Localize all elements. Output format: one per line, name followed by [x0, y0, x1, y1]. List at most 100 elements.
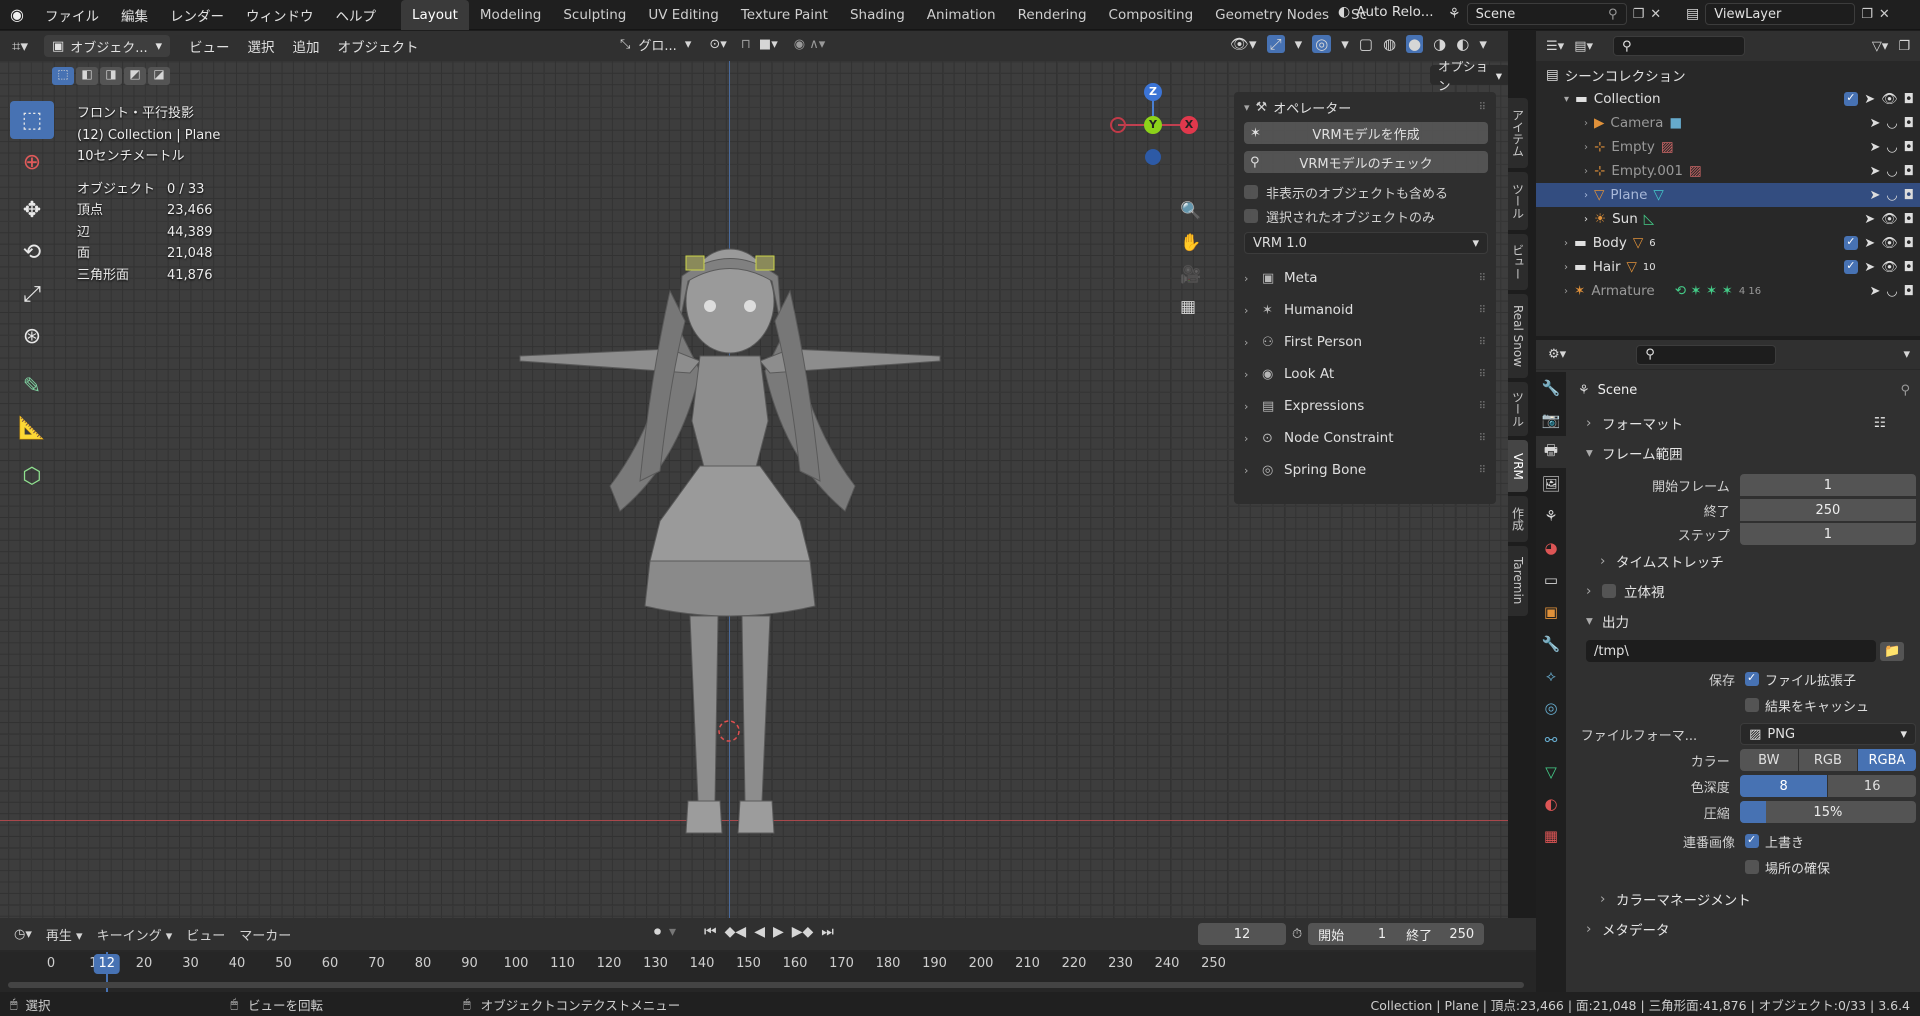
outliner-row-camera[interactable]: › ▶ Camera ■ ➤ ◡ ◘: [1536, 111, 1920, 135]
transform-orientation-icon[interactable]: ⤡: [620, 37, 630, 52]
tab-tool[interactable]: ツール: [1508, 172, 1528, 230]
select-icon[interactable]: ➤: [1869, 116, 1880, 131]
menu-render[interactable]: レンダー: [159, 0, 235, 30]
particles-icon[interactable]: ⟡: [1536, 660, 1566, 692]
frame-step-field[interactable]: 1: [1739, 523, 1916, 545]
color-rgb-option[interactable]: RGB: [1798, 749, 1858, 771]
gizmo-y-axis[interactable]: Y: [1144, 116, 1162, 134]
properties-editor-icon[interactable]: ⚙▾: [1548, 347, 1566, 362]
subpanel-humanoid[interactable]: › ✶ Humanoid ⠿: [1234, 294, 1496, 326]
include-hidden-checkbox[interactable]: [1244, 185, 1258, 199]
pivot-icon[interactable]: ⊙▾: [709, 37, 726, 52]
modifier-icon[interactable]: 🔧: [1536, 628, 1566, 660]
world-icon[interactable]: ◕: [1536, 532, 1566, 564]
outliner-row-armature[interactable]: › ✶ Armature ⟲ ✶ ✶ ✶ 4 16 ➤ ◡ ◘: [1536, 279, 1920, 303]
color-bw-option[interactable]: BW: [1739, 749, 1799, 771]
gizmo-x-axis[interactable]: X: [1180, 116, 1198, 134]
delete-scene-icon[interactable]: ✕: [1650, 7, 1661, 22]
data-props-icon[interactable]: ▽: [1536, 756, 1566, 788]
depth-16-option[interactable]: 16: [1828, 775, 1917, 797]
overlay-toggle-icon[interactable]: ◎: [1312, 35, 1332, 53]
selected-only-checkbox[interactable]: [1244, 209, 1258, 223]
check-vrm-button[interactable]: ⚲ VRMモデルのチェック: [1244, 151, 1488, 173]
tab-modeling[interactable]: Modeling: [469, 0, 552, 30]
pin-icon[interactable]: ⚲: [1608, 7, 1618, 22]
auto-reload-icon[interactable]: ◐: [1338, 4, 1350, 20]
tab-texture-paint[interactable]: Texture Paint: [730, 0, 839, 30]
overwrite-checkbox[interactable]: [1745, 833, 1759, 848]
cursor-tool-icon[interactable]: ⊕: [10, 143, 54, 181]
tab-view[interactable]: ビュー: [1508, 234, 1528, 290]
drag-handle-icon[interactable]: ⠿: [1479, 401, 1486, 412]
timeline-editor-icon[interactable]: ◷▾: [14, 927, 32, 942]
camera-icon[interactable]: ◘: [1904, 260, 1914, 275]
cache-result-checkbox[interactable]: [1745, 698, 1759, 712]
add-cube-tool-icon[interactable]: ⬡: [10, 457, 54, 495]
select-icon[interactable]: ➤: [1869, 284, 1880, 299]
zoom-icon[interactable]: 🔍: [1180, 201, 1201, 221]
tab-shading[interactable]: Shading: [839, 0, 916, 30]
gizmo-neg-z-axis[interactable]: [1145, 149, 1161, 165]
panel-output[interactable]: ▾ 出力: [1570, 606, 1916, 636]
select-icon[interactable]: ➤: [1864, 236, 1875, 251]
drag-handle-icon[interactable]: ⠿: [1479, 305, 1486, 316]
camera-icon[interactable]: ◘: [1904, 140, 1914, 155]
collection-props-icon[interactable]: ▭: [1536, 564, 1566, 596]
menu-file[interactable]: ファイル: [34, 0, 110, 30]
subpanel-first-person[interactable]: › ⚇ First Person ⠿: [1234, 326, 1496, 358]
select-icon[interactable]: ➤: [1864, 212, 1875, 227]
shading-options-icon[interactable]: ▾: [1479, 35, 1487, 53]
outliner-row-body[interactable]: › ▬ Body ▽ 6 ➤ 👁 ◘: [1536, 231, 1920, 255]
frame-end-field[interactable]: 250: [1739, 499, 1916, 521]
drag-handle-icon[interactable]: ⠿: [1479, 273, 1486, 284]
material-shading-icon[interactable]: ◑: [1433, 35, 1446, 53]
panel-metadata[interactable]: › メタデータ: [1570, 914, 1916, 944]
delete-view-layer-icon[interactable]: ✕: [1879, 7, 1890, 22]
panel-format[interactable]: › フォーマット ☷: [1570, 408, 1916, 438]
tab-item[interactable]: アイテム: [1508, 98, 1528, 168]
grid-toggle-icon[interactable]: ▦: [1180, 297, 1201, 317]
visibility-icon[interactable]: 👁▾: [1230, 35, 1257, 53]
menu-timeline-view[interactable]: ビュー: [186, 925, 225, 944]
exclude-checkbox[interactable]: [1844, 235, 1859, 250]
depth-8-option[interactable]: 8: [1739, 775, 1829, 797]
scene-props-icon[interactable]: ⚘: [1536, 500, 1566, 532]
select-new-icon[interactable]: ⬚: [52, 67, 74, 85]
blender-logo-icon[interactable]: ◉: [0, 5, 34, 24]
eye-closed-icon[interactable]: ◡: [1886, 164, 1897, 179]
start-frame-field[interactable]: 開始 1: [1308, 923, 1397, 945]
eye-closed-icon[interactable]: ◡: [1886, 188, 1897, 203]
texture-icon[interactable]: ▦: [1536, 820, 1566, 852]
wireframe-shading-icon[interactable]: ◍: [1383, 35, 1396, 53]
record-icon[interactable]: ⏺: [654, 924, 661, 940]
output-path-field[interactable]: /tmp\: [1586, 640, 1876, 662]
camera-icon[interactable]: ◘: [1904, 236, 1914, 251]
select-icon[interactable]: ➤: [1864, 92, 1875, 107]
drag-handle-icon[interactable]: ⠿: [1479, 102, 1486, 113]
scene-field[interactable]: Scene ⚲: [1466, 3, 1627, 25]
measure-tool-icon[interactable]: 📐: [10, 409, 54, 447]
select-box-tool-icon[interactable]: ⬚: [10, 101, 54, 139]
preset-list-icon[interactable]: ☷: [1874, 415, 1886, 431]
gizmo-z-axis[interactable]: Z: [1144, 83, 1162, 101]
mode-selector[interactable]: ▣ オブジェク... ▾: [43, 35, 170, 57]
tab-vrm[interactable]: VRM: [1508, 440, 1528, 492]
subpanel-look-at[interactable]: › ◉ Look At ⠿: [1234, 358, 1496, 390]
file-extension-checkbox[interactable]: [1745, 671, 1759, 686]
frame-start-field[interactable]: 1: [1739, 474, 1916, 496]
properties-search[interactable]: ⚲: [1636, 344, 1777, 365]
transform-orientation[interactable]: グロ...: [638, 35, 676, 54]
eye-icon[interactable]: 👁: [1881, 236, 1898, 251]
eye-closed-icon[interactable]: ◡: [1886, 284, 1897, 299]
subpanel-node-constraint[interactable]: › ⊙ Node Constraint ⠿: [1234, 422, 1496, 454]
camera-view-icon[interactable]: 🎥: [1180, 265, 1201, 285]
select-icon[interactable]: ➤: [1869, 164, 1880, 179]
solid-shading-icon[interactable]: ●: [1406, 35, 1424, 53]
3d-viewport[interactable]: ⬚ ◧ ◨ ◩ ◪ オプション ▾ ⬚ ⊕ ✥ ⟲ ⤢ ⊛ ✎ 📐 ⬡ フロント・…: [0, 61, 1508, 918]
outliner-row-sun[interactable]: › ☀ Sun ◺ ➤ 👁 ◘: [1536, 207, 1920, 231]
select-icon[interactable]: ➤: [1864, 260, 1875, 275]
pin-icon[interactable]: ⚲: [1900, 383, 1910, 398]
menu-keying[interactable]: キーイング ▾: [97, 925, 173, 944]
constraint-props-icon[interactable]: ⚯: [1536, 724, 1566, 756]
vrm-version-dropdown[interactable]: VRM 1.0 ▾: [1244, 232, 1488, 254]
